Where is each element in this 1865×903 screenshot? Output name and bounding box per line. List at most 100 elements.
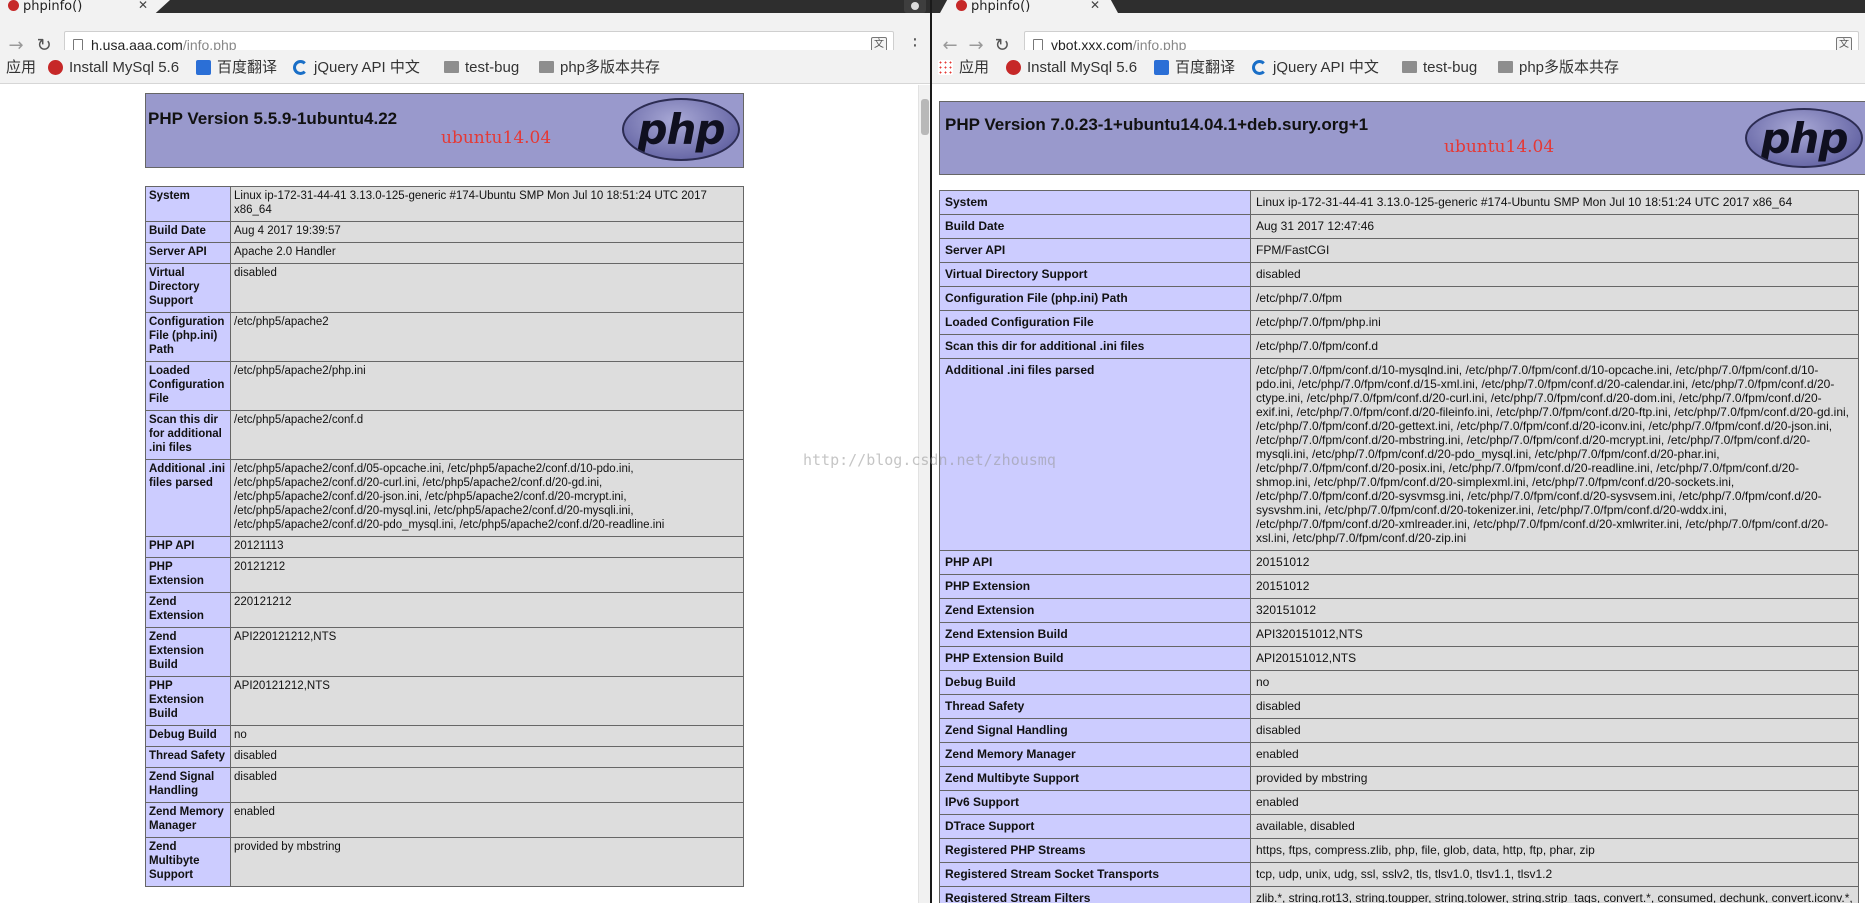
bookmark-test-bug[interactable]: test-bug xyxy=(444,58,519,78)
row-value: API320151012,NTS xyxy=(1250,622,1859,647)
tab-phpinfo[interactable]: phpinfo() ✕ xyxy=(940,0,1118,13)
scrollbar-thumb[interactable] xyxy=(921,99,929,135)
php-logo: php xyxy=(622,98,740,161)
table-row: Zend Multibyte Support provided by mbstri… xyxy=(145,837,744,887)
row-value: enabled xyxy=(230,802,744,838)
table-row: Configuration File (php.ini) Path/etc/ph… xyxy=(145,312,744,362)
row-key: Zend Extension Build xyxy=(145,627,231,677)
row-value: no xyxy=(1250,670,1859,695)
row-key: PHP Extension xyxy=(145,557,231,593)
row-key: Zend Multibyte Support xyxy=(939,766,1251,791)
folder-icon xyxy=(1498,61,1513,73)
bookmark-php-multi-version[interactable]: php多版本共存 xyxy=(539,58,660,78)
row-value: 320151012 xyxy=(1250,598,1859,623)
row-key: Zend Signal Handling xyxy=(145,767,231,803)
table-row: PHP Extension Build API20151012,NTS xyxy=(939,646,1859,671)
tab-favicon-icon xyxy=(956,0,967,11)
mysql-icon xyxy=(48,60,63,75)
row-key: Registered Stream Socket Transports xyxy=(939,862,1251,887)
table-row: Additional .ini files parsed/etc/php/7.0… xyxy=(939,358,1859,551)
row-value: 20121113 xyxy=(230,536,744,558)
bookmark-install-mysql[interactable]: Install MySql 5.6 xyxy=(48,58,179,78)
phpinfo-table: System Linux ip-172-31-44-41 3.13.0-125-g… xyxy=(939,190,1859,903)
tab-favicon-icon xyxy=(8,0,19,11)
row-value: no xyxy=(230,725,744,747)
php-version-title: PHP Version 7.0.23-1+ubuntu14.04.1+deb.s… xyxy=(945,115,1369,134)
row-value: available, disabled xyxy=(1250,814,1859,839)
table-row: PHP API 20121113 xyxy=(145,536,744,558)
table-row: Zend Memory Manager enabled xyxy=(939,742,1859,767)
bookmark-baidu-translate[interactable]: 百度翻译 xyxy=(196,58,277,78)
row-value: API220121212,NTS xyxy=(230,627,744,677)
row-value: disabled xyxy=(230,767,744,803)
table-row: PHP Extension Build API20121212,NTS xyxy=(145,676,744,726)
bookmarks-bar: 应用 Install MySql 5.6 百度翻译 jQuery API 中文 … xyxy=(932,50,1865,84)
bookmark-jquery-api[interactable]: jQuery API 中文 xyxy=(293,58,420,78)
row-value: 20121212 xyxy=(230,557,744,593)
bookmark-baidu-translate[interactable]: 百度翻译 xyxy=(1154,58,1235,78)
row-key: Debug Build xyxy=(939,670,1251,695)
row-key: System xyxy=(145,186,231,222)
row-key: PHP Extension xyxy=(939,574,1251,599)
row-key: Registered Stream Filters xyxy=(939,886,1251,903)
row-value: Aug 31 2017 12:47:46 xyxy=(1250,214,1859,239)
bookmark-test-bug[interactable]: test-bug xyxy=(1402,58,1477,78)
folder-icon xyxy=(1402,61,1417,73)
row-value: /etc/php/7.0/fpm/conf.d/10-mysqlnd.ini, … xyxy=(1250,358,1859,551)
row-key: Registered PHP Streams xyxy=(939,838,1251,863)
table-row: Zend Extension 320151012 xyxy=(939,598,1859,623)
row-value: disabled xyxy=(230,746,744,768)
row-key: Configuration File (php.ini) Path xyxy=(939,286,1251,311)
row-key: System xyxy=(939,190,1251,215)
bookmark-install-mysql[interactable]: Install MySql 5.6 xyxy=(1006,58,1137,78)
row-key: Additional .ini files parsed xyxy=(939,358,1251,551)
row-key: DTrace Support xyxy=(939,814,1251,839)
tab-phpinfo[interactable]: phpinfo() ✕ xyxy=(0,0,170,13)
row-value: Linux ip-172-31-44-41 3.13.0-125-generic… xyxy=(230,186,744,222)
row-key: PHP API xyxy=(939,550,1251,575)
baidu-icon xyxy=(196,60,211,75)
row-key: Thread Safety xyxy=(939,694,1251,719)
close-tab-icon[interactable]: ✕ xyxy=(138,0,148,12)
table-row: Zend Extension 220121212 xyxy=(145,592,744,628)
vertical-scrollbar[interactable] xyxy=(918,85,930,903)
table-row: Build Date Aug 31 2017 12:47:46 xyxy=(939,214,1859,239)
row-key: PHP Extension Build xyxy=(145,676,231,726)
row-value: Linux ip-172-31-44-41 3.13.0-125-generic… xyxy=(1250,190,1859,215)
os-annotation-label: ubuntu14.04 xyxy=(441,128,552,148)
bookmark-apps[interactable]: 应用 xyxy=(6,58,36,78)
row-key: Build Date xyxy=(145,221,231,243)
table-row: Configuration File (php.ini) Path/etc/ph… xyxy=(939,286,1859,311)
row-value: zlib.*, string.rot13, string.toupper, st… xyxy=(1250,886,1859,903)
row-key: Zend Signal Handling xyxy=(939,718,1251,743)
table-row: Zend Extension Build API220121212,NTS xyxy=(145,627,744,677)
bookmark-apps[interactable]: 应用 xyxy=(938,58,989,78)
row-value: provided by mbstring xyxy=(230,837,744,887)
table-row: IPv6 Support enabled xyxy=(939,790,1859,815)
row-value: 20151012 xyxy=(1250,550,1859,575)
folder-icon xyxy=(539,61,554,73)
php-version-header: PHP Version 7.0.23-1+ubuntu14.04.1+deb.s… xyxy=(939,101,1865,175)
table-row: Loaded Configuration File/etc/php5/apach… xyxy=(145,361,744,411)
row-value: disabled xyxy=(230,263,744,313)
tab-strip: phpinfo() ✕ xyxy=(0,0,930,13)
table-row: Virtual Directory Support disabled xyxy=(145,263,744,313)
row-value: disabled xyxy=(1250,694,1859,719)
table-row: Additional .ini files parsed/etc/php5/ap… xyxy=(145,459,744,537)
bookmarks-bar: 应用 Install MySql 5.6 百度翻译 jQuery API 中文 … xyxy=(0,50,930,84)
table-row: Registered PHP Streams https, ftps, compr… xyxy=(939,838,1859,863)
mysql-icon xyxy=(1006,60,1021,75)
baidu-icon xyxy=(1154,60,1169,75)
row-key: PHP Extension Build xyxy=(939,646,1251,671)
row-key: Scan this dir for additional .ini files xyxy=(145,410,231,460)
bookmark-jquery-api[interactable]: jQuery API 中文 xyxy=(1252,58,1379,78)
row-key: Zend Memory Manager xyxy=(939,742,1251,767)
table-row: Scan this dir for additional .ini files /… xyxy=(145,410,744,460)
row-key: Zend Multibyte Support xyxy=(145,837,231,887)
jquery-icon xyxy=(1252,60,1267,75)
profile-icon[interactable] xyxy=(904,0,926,13)
close-tab-icon[interactable]: ✕ xyxy=(1090,0,1100,12)
phpinfo-table: System Linux ip-172-31-44-41 3.13.0-125-g… xyxy=(145,186,744,887)
left-browser-window: phpinfo() ✕ → ↻ h.usa.aaa.com/info.php 文… xyxy=(0,0,930,903)
bookmark-php-multi-version[interactable]: php多版本共存 xyxy=(1498,58,1619,78)
